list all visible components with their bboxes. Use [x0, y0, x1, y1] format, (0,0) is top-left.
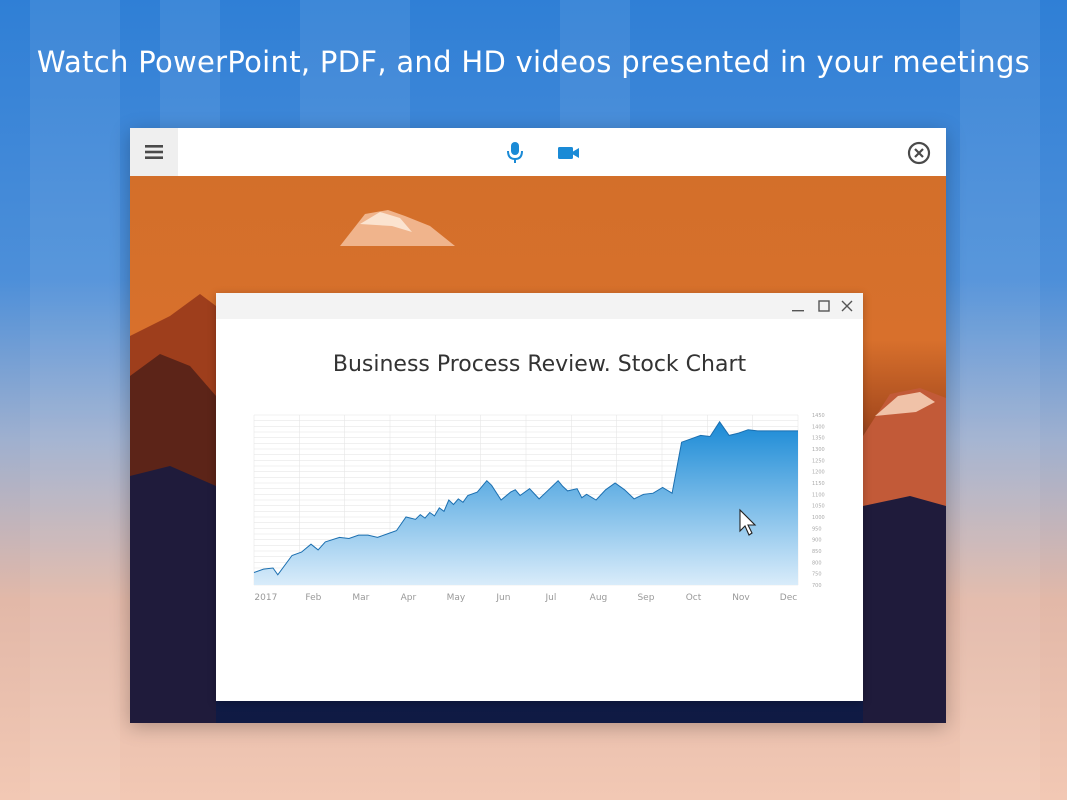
x-tick-label: Sep: [637, 593, 654, 603]
x-tick-label: Jun: [495, 593, 510, 603]
window-close-button[interactable]: [838, 297, 856, 315]
x-tick-label: 2017: [254, 593, 277, 603]
y-tick-label: 1250: [812, 458, 825, 464]
stock-chart: 2017 Feb Mar Apr May Jun Jul Aug Sep Oct Nov Dec 70…: [253, 413, 825, 603]
x-tick-label: Aug: [590, 593, 608, 603]
close-icon: [841, 300, 853, 312]
y-tick-label: 1000: [812, 515, 825, 521]
maximize-button[interactable]: [815, 297, 833, 315]
x-tick-label: Mar: [352, 593, 369, 603]
minimize-icon: [792, 310, 804, 312]
microphone-button[interactable]: [502, 140, 528, 166]
menu-button[interactable]: [130, 128, 178, 176]
y-tick-label: 850: [812, 549, 822, 555]
y-tick-label: 1450: [812, 413, 825, 419]
x-tick-label: Jul: [545, 593, 557, 603]
video-camera-icon: [558, 147, 579, 159]
x-tick-label: Oct: [686, 593, 702, 603]
y-tick-label: 1300: [812, 447, 825, 453]
y-tick-label: 750: [812, 572, 822, 578]
x-tick-label: May: [447, 593, 466, 603]
camera-button[interactable]: [556, 140, 582, 166]
leave-meeting-button[interactable]: [906, 140, 932, 166]
toolbar: [130, 128, 946, 176]
x-tick-label: Nov: [732, 593, 750, 603]
microphone-icon: [507, 142, 523, 163]
y-tick-label: 1400: [812, 424, 825, 430]
meeting-app-window: Business Process Review. Stock Chart 201…: [130, 128, 946, 723]
y-tick-label: 1050: [812, 504, 825, 510]
y-tick-label: 1200: [812, 470, 825, 476]
close-circle-icon: [907, 141, 931, 165]
shared-screen-stage: Business Process Review. Stock Chart 201…: [130, 176, 946, 723]
x-tick-label: Apr: [401, 593, 417, 603]
presentation-window: Business Process Review. Stock Chart 201…: [216, 293, 863, 701]
y-tick-label: 1100: [812, 492, 825, 498]
x-tick-label: Dec: [780, 593, 797, 603]
y-tick-label: 1350: [812, 436, 825, 442]
maximize-icon: [818, 300, 830, 312]
hamburger-icon: [145, 145, 163, 159]
slide-title: Business Process Review. Stock Chart: [332, 352, 747, 377]
minimize-button[interactable]: [789, 297, 807, 315]
y-tick-label: 950: [812, 526, 822, 532]
headline: Watch PowerPoint, PDF, and HD videos pre…: [36, 45, 1031, 79]
y-tick-label: 900: [812, 538, 822, 544]
presentation-titlebar: [216, 293, 863, 319]
y-tick-label: 800: [812, 560, 822, 566]
y-tick-label: 700: [812, 583, 822, 589]
x-tick-label: Feb: [305, 593, 321, 603]
y-tick-label: 1150: [812, 481, 825, 487]
